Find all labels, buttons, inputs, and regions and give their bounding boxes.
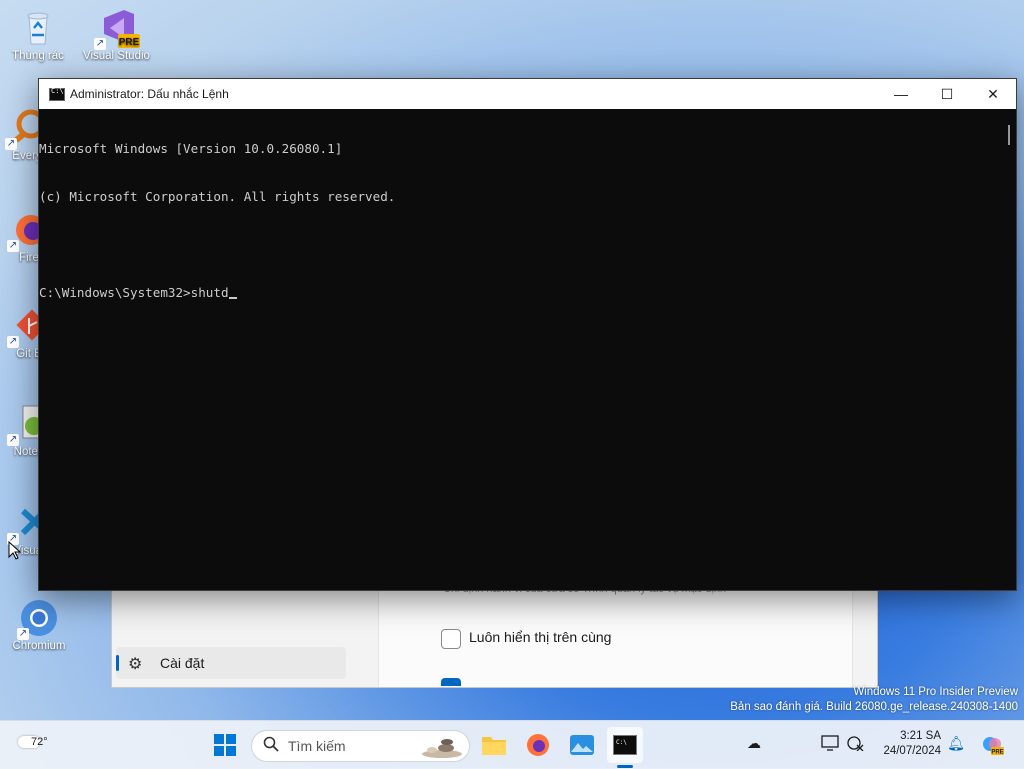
onedrive-icon[interactable]: ☁ <box>744 735 764 755</box>
always-on-top-checkbox[interactable] <box>441 629 461 649</box>
network-disconnected-icon[interactable] <box>845 735 865 755</box>
checked-checkbox[interactable] <box>441 678 461 686</box>
display-icon[interactable] <box>820 735 840 755</box>
cmd-app-icon: C:\ <box>49 87 65 101</box>
console-prompt-text: C:\Windows\System32>shutd <box>39 285 229 300</box>
weather-temperature: 72° <box>31 736 48 748</box>
taskbar-command-prompt[interactable]: C:\ <box>607 727 643 763</box>
desktop-icon-label: Chromium <box>12 640 66 652</box>
desktop-icon-visual-studio[interactable]: PRE ↗ Visual Studio <box>83 8 150 62</box>
gear-icon: ⚙ <box>128 656 143 673</box>
nav-selected-indicator <box>116 655 119 671</box>
scrollbar-thumb[interactable] <box>1008 125 1010 145</box>
desktop-icon-label: Visual Studio <box>83 50 150 62</box>
terminal-icon: C:\ <box>613 735 637 755</box>
start-button[interactable] <box>207 727 243 763</box>
taskbar: 72° Tìm kiếm C:\ ☁ 3:21 SA 24/07/2024 🔔︎… <box>0 720 1024 769</box>
weather-widget[interactable]: 72° <box>14 728 58 762</box>
desktop-icon-chromium[interactable]: ↗ Chromium <box>6 598 72 652</box>
recycle-bin-icon <box>18 8 58 48</box>
mouse-pointer-icon <box>8 541 22 560</box>
clock-time: 3:21 SA <box>900 730 941 742</box>
system-clock[interactable]: 3:21 SA 24/07/2024 <box>875 729 941 759</box>
minimize-button[interactable]: — <box>878 79 924 109</box>
copilot-icon[interactable]: PRE <box>982 735 1004 756</box>
console-line: Microsoft Windows [Version 10.0.26080.1] <box>39 141 343 156</box>
desktop-icon-recycle-bin[interactable]: Thùng rác <box>5 8 71 62</box>
search-highlight-icon <box>422 739 462 758</box>
nav-item-label: Cài đặt <box>160 655 205 671</box>
firefox-icon <box>527 734 549 756</box>
shortcut-arrow-icon: ↗ <box>5 138 17 150</box>
svg-text:C:\: C:\ <box>616 739 627 746</box>
chromium-icon: ↗ <box>17 598 59 640</box>
watermark-line: Bản sao đánh giá. Build 26080.ge_release… <box>730 701 1018 713</box>
console-line: (c) Microsoft Corporation. All rights re… <box>39 189 396 204</box>
cmd-titlebar[interactable]: C:\ Administrator: Dấu nhắc Lệnh — ☐ ✕ <box>39 79 1016 109</box>
shortcut-arrow-icon: ↗ <box>7 434 19 446</box>
windows-logo-icon <box>214 734 236 756</box>
desktop-icon-label: Thùng rác <box>12 50 64 62</box>
shortcut-arrow-icon: ↗ <box>7 240 19 252</box>
insider-watermark: Windows 11 Pro Insider Preview Bản sao đ… <box>730 685 1018 715</box>
svg-text:PRE: PRE <box>119 37 140 48</box>
shortcut-arrow-icon: ↗ <box>94 38 106 50</box>
console-input-line[interactable]: C:\Windows\System32>shutd <box>39 285 999 301</box>
text-cursor <box>228 297 237 299</box>
taskbar-photos[interactable] <box>564 727 600 763</box>
search-icon <box>263 736 279 757</box>
nav-item-settings[interactable]: ⚙ Cài đặt <box>116 647 346 679</box>
console-output[interactable]: Microsoft Windows [Version 10.0.26080.1]… <box>39 109 999 589</box>
command-prompt-window[interactable]: C:\ Administrator: Dấu nhắc Lệnh — ☐ ✕ M… <box>38 78 1017 591</box>
notification-bell-icon[interactable]: 🔔︎ <box>946 735 966 755</box>
shortcut-arrow-icon: ↗ <box>17 628 29 640</box>
maximize-button[interactable]: ☐ <box>924 79 970 109</box>
shortcut-arrow-icon: ↗ <box>7 336 19 348</box>
search-placeholder: Tìm kiếm <box>288 738 346 754</box>
taskbar-firefox[interactable] <box>520 727 556 763</box>
photos-icon <box>570 735 594 755</box>
always-on-top-label: Luôn hiển thị trên cùng <box>469 629 612 645</box>
close-button[interactable]: ✕ <box>970 79 1016 109</box>
visual-studio-icon: PRE ↗ <box>94 8 140 50</box>
taskbar-search-box[interactable]: Tìm kiếm <box>251 730 470 762</box>
clock-date: 24/07/2024 <box>883 745 941 757</box>
folder-icon <box>482 737 506 755</box>
svg-text:PRE: PRE <box>991 750 1003 756</box>
window-title: Administrator: Dấu nhắc Lệnh <box>70 87 229 101</box>
taskbar-file-explorer[interactable] <box>476 727 512 763</box>
watermark-line: Windows 11 Pro Insider Preview <box>853 686 1018 698</box>
